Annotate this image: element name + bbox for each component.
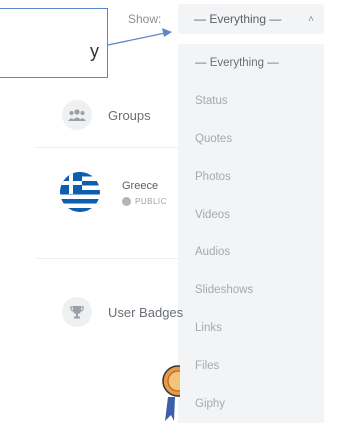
globe-icon	[122, 197, 131, 206]
sidebar-item-groups[interactable]: Groups	[62, 100, 151, 130]
dropdown-option-everything[interactable]: — Everything —	[178, 44, 324, 82]
show-label: Show:	[128, 12, 162, 26]
chevron-up-icon: ˄	[308, 13, 314, 25]
trophy-icon	[62, 297, 92, 327]
dropdown-option-photos[interactable]: Photos	[178, 158, 324, 196]
annotation-callout: y	[0, 8, 108, 78]
annotation-text: y	[90, 41, 99, 61]
user-badges-label: User Badges	[108, 304, 184, 320]
group-privacy-label: PUBLIC	[135, 197, 167, 206]
sidebar-item-user-badges[interactable]: User Badges	[62, 297, 183, 327]
divider	[36, 258, 178, 259]
dropdown-option-status[interactable]: Status	[178, 82, 324, 120]
medal-badge-icon	[162, 365, 180, 421]
dropdown-option-audios[interactable]: Audios	[178, 233, 324, 271]
show-filter-dropdown: — Everything — Status Quotes Photos Vide…	[178, 44, 324, 423]
dropdown-option-files[interactable]: Files	[178, 347, 324, 385]
show-filter-select[interactable]: — Everything — ˄	[178, 4, 324, 34]
dropdown-option-slideshows[interactable]: Slideshows	[178, 271, 324, 309]
group-privacy: PUBLIC	[122, 197, 178, 206]
greece-flag-avatar[interactable]	[60, 172, 100, 212]
group-name[interactable]: Greece	[122, 180, 158, 192]
dropdown-option-quotes[interactable]: Quotes	[178, 120, 324, 158]
dropdown-option-links[interactable]: Links	[178, 309, 324, 347]
dropdown-option-videos[interactable]: Videos	[178, 196, 324, 234]
show-filter-value: — Everything —	[194, 12, 282, 26]
users-icon	[62, 100, 92, 130]
divider	[36, 147, 178, 148]
groups-label: Groups	[108, 107, 151, 123]
dropdown-option-giphy[interactable]: Giphy	[178, 385, 324, 423]
